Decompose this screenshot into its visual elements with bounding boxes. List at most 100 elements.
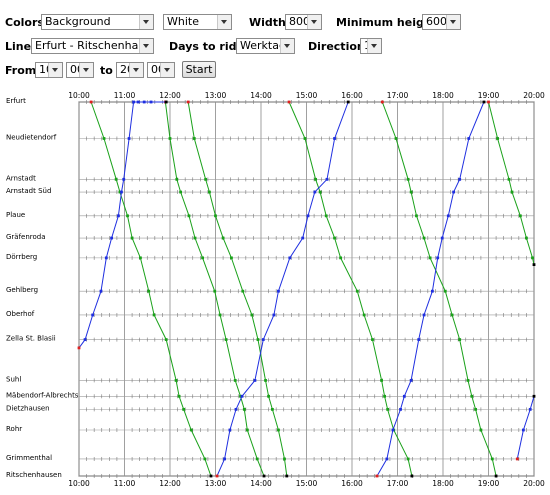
time-tick-label-top: 20:00 [523, 91, 545, 100]
train-stop-marker [77, 346, 81, 350]
train-stop-marker [283, 457, 286, 461]
train-stop-marker [521, 428, 525, 432]
train-stop-marker [515, 457, 519, 461]
train-stop-marker [402, 394, 406, 398]
train-stop-marker [303, 137, 307, 140]
train-stop-marker [466, 379, 470, 382]
train-stop-marker [264, 379, 267, 382]
from-hour-select[interactable]: 10 [35, 62, 63, 78]
train-stop-marker [250, 313, 254, 317]
color-value-text: White [167, 15, 199, 28]
train-stop-marker [422, 313, 426, 317]
train-stop-marker [380, 100, 384, 104]
train-stop-marker [446, 214, 450, 218]
start-button[interactable]: Start [182, 61, 216, 78]
train-path-up [376, 101, 485, 477]
train-stop-marker [333, 137, 336, 140]
time-tick-label-bottom: 16:00 [341, 479, 363, 488]
train-stop-marker [208, 190, 211, 194]
train-stop-marker [496, 137, 499, 140]
colors-select[interactable]: Background [41, 14, 154, 30]
train-path-up [216, 101, 349, 477]
train-stop-marker [324, 214, 328, 218]
train-stop-marker [203, 457, 207, 461]
train-path-down [288, 101, 413, 477]
train-stop-marker [482, 100, 486, 104]
station-label: Gehlberg [6, 286, 38, 294]
line-select[interactable]: Erfurt - Ritschenhausen [31, 38, 154, 54]
time-tick-label-bottom: 17:00 [387, 479, 409, 488]
train-stop-marker [422, 236, 426, 240]
min-height-select-value: 600 [426, 15, 447, 28]
station-label: Dörrberg [6, 253, 37, 261]
train-stop-marker [339, 256, 343, 260]
to-hour-select[interactable]: 20 [116, 62, 144, 78]
time-tick-label-top: 13:00 [205, 91, 227, 100]
train-stop-marker [430, 289, 434, 293]
train-stop-marker [164, 338, 168, 341]
train-stop-marker [177, 394, 181, 398]
station-label: Arnstadt [6, 174, 36, 182]
train-stop-marker [267, 394, 270, 398]
train-stop-marker [362, 313, 366, 317]
to-label: to [100, 64, 113, 77]
train-stop-marker [89, 100, 93, 104]
train-stop-marker [213, 289, 217, 293]
train-stop-marker [301, 236, 305, 240]
train-path-down [90, 101, 212, 477]
station-label: Oberhof [6, 310, 35, 318]
station-label: Gräfenroda [6, 233, 46, 241]
time-tick-label-top: 18:00 [432, 91, 454, 100]
color-value-select[interactable]: White [163, 14, 232, 30]
train-stop-marker [410, 474, 414, 478]
train-stop-marker [139, 256, 142, 260]
train-stop-marker [428, 256, 432, 260]
train-stop-marker [380, 379, 383, 382]
train-stop-marker [313, 190, 317, 194]
to-minute-select[interactable]: 00 [147, 62, 175, 78]
train-stop-marker [120, 190, 123, 194]
train-stop-marker [518, 214, 522, 218]
train-stop-marker [187, 214, 191, 218]
train-stop-marker [230, 256, 233, 260]
chevron-down-icon [367, 39, 381, 53]
train-stop-marker [391, 428, 395, 432]
from-label: From [5, 64, 37, 77]
train-stop-marker [272, 313, 276, 317]
train-stop-marker [406, 177, 410, 181]
time-tick-label-top: 15:00 [296, 91, 318, 100]
chevron-down-icon [307, 15, 321, 29]
train-stop-marker [164, 100, 168, 104]
train-stop-marker [168, 137, 172, 140]
train-stop-marker [510, 190, 514, 194]
train-stop-marker [406, 457, 410, 461]
train-stop-marker [209, 474, 213, 478]
chevron-down-icon [217, 15, 231, 29]
time-tick-label-top: 11:00 [114, 91, 136, 100]
chevron-down-icon [139, 39, 153, 53]
train-stop-marker [415, 214, 418, 218]
days-select[interactable]: Werktags [236, 38, 295, 54]
time-tick-label-top: 19:00 [478, 91, 500, 100]
train-stop-marker [83, 338, 87, 341]
timetable-graph: 10:00 10:00 11:00 11:00 12:00 12:00 13:00 13:00… [6, 91, 545, 488]
width-select[interactable]: 800 [285, 14, 322, 30]
chevron-down-icon [129, 63, 143, 77]
station-label: Rohr [6, 425, 22, 433]
chevron-down-icon [79, 63, 93, 77]
direction-select[interactable]: 1 [360, 38, 382, 54]
train-stop-marker [371, 338, 374, 341]
time-tick-label-bottom: 14:00 [250, 479, 272, 488]
station-label: Dietzhausen [6, 404, 50, 412]
line-select-value: Erfurt - Ritschenhausen [35, 39, 154, 52]
train-stop-marker [253, 379, 257, 382]
train-stop-marker [192, 137, 196, 140]
from-minute-select[interactable]: 00 [66, 62, 94, 78]
time-tick-label-top: 14:00 [250, 91, 272, 100]
train-stop-marker [531, 256, 534, 260]
train-stop-marker [234, 407, 238, 411]
train-stop-marker [201, 256, 205, 260]
min-height-select[interactable]: 600 [422, 14, 461, 30]
train-stop-marker [474, 407, 478, 411]
train-stop-marker [242, 407, 246, 411]
